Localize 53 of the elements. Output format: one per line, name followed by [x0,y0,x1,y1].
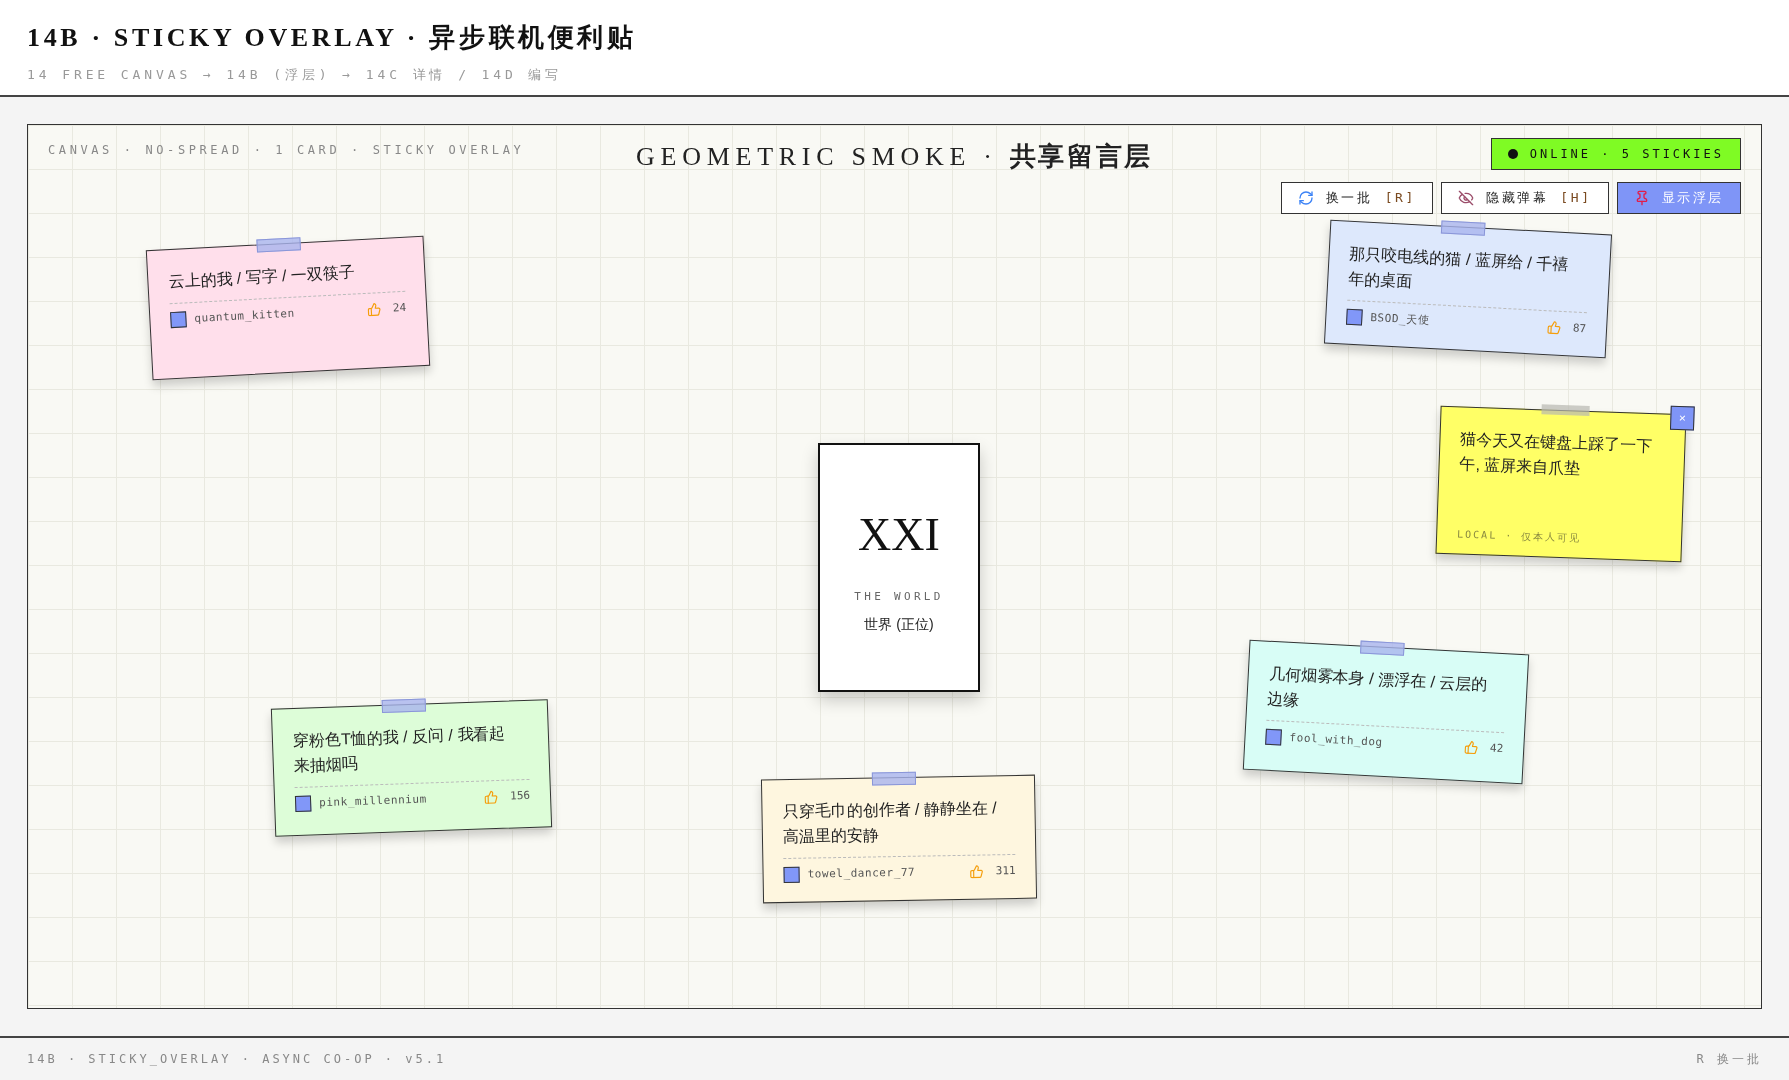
breadcrumb: 14 FREE CANVAS → 14B (浮层) → 14C 详情 / 14D 编写 [27,66,564,84]
note-text: 那只咬电线的猫 / 蓝屏给 / 千禧年的桌面 [1347,243,1570,292]
like-count: 24 [392,299,407,317]
username: fool_with_dog [1289,729,1384,751]
like-count: 311 [995,862,1016,879]
canvas-meta: CANVAS · NO-SPREAD · 1 CARD · STICKY OVERLAY [48,142,525,159]
thumbs-up-icon [366,302,382,317]
note-text: 几何烟雾本身 / 漂浮在 / 云层的边缘 [1266,663,1489,711]
tape-strip [381,698,427,713]
note-footer: LOCAL · 仅本人可见 [1456,486,1663,549]
page-title: 14B · STICKY OVERLAY · 异步联机便利贴 [27,22,638,54]
toolbar-button[interactable]: 隐藏弹幕 [H] [1440,182,1609,214]
sticky-note[interactable]: 穿粉色T恤的我 / 反问 / 我看起来抽烟吗 pink_millennium 156 [270,699,553,837]
sticky-note[interactable]: 那只咬电线的猫 / 蓝屏给 / 千禧年的桌面 BSOD_天使 87 [1323,219,1613,359]
username: BSOD_天使 [1369,309,1430,329]
sticky-note[interactable]: 几何烟雾本身 / 漂浮在 / 云层的边缘 fool_with_dog 42 [1242,639,1530,785]
tape-strip [1360,640,1405,656]
eye-off-icon [1457,190,1474,206]
tarot-card[interactable]: XXI THE WORLD 世界 (正位) [818,443,980,692]
thumbs-up-icon [1463,740,1479,755]
like-count: 156 [509,787,531,805]
user-avatar [1265,728,1282,746]
sticky-note[interactable]: 只穿毛巾的创作者 / 静静坐在 / 高温里的安静 towel_dancer_77 311 [760,774,1038,904]
thumbs-up-icon [969,864,984,879]
thumbs-up-icon [483,789,499,805]
tape-strip [1541,404,1590,416]
shortcut-hint: R 换一批 [1696,1051,1762,1068]
status-text: 14B · STICKY_OVERLAY · ASYNC CO-OP · v5.1 [27,1051,447,1068]
user-avatar [1345,308,1363,326]
note-text: 穿粉色T恤的我 / 反问 / 我看起来抽烟吗 [292,723,507,776]
canvas-title: GEOMETRIC SMOKE · 共享留言层 [636,141,1153,173]
like-count: 42 [1489,740,1504,757]
tape-strip [871,771,917,786]
username: quantum_kitten [194,305,296,327]
tape-strip [256,237,301,253]
username: towel_dancer_77 [807,864,916,883]
tape-strip [1440,220,1486,236]
note-text: 云上的我 / 写字 / 一双筷子 [167,262,357,293]
refresh-icon [1297,190,1314,206]
user-avatar [294,795,312,812]
card-name: THE WORLD [854,589,944,606]
sticky-note[interactable]: 云上的我 / 写字 / 一双筷子 quantum_kitten 24 [145,235,431,381]
username: pink_millennium [318,791,427,811]
user-avatar [783,866,800,883]
thumbs-up-icon [1546,320,1562,335]
status-badge: ONLINE · 5 STICKIES [1490,138,1741,170]
note-text: 只穿毛巾的创作者 / 静静坐在 / 高温里的安静 [782,798,998,847]
note-text: 猫今天又在键盘上踩了一下午, 蓝屏来自爪垫 [1459,429,1654,479]
like-count: 87 [1572,320,1587,337]
card-subtitle: 世界 (正位) [864,614,934,634]
card-numeral: XXI [858,508,940,563]
toolbar-button[interactable]: 换一批 [R] [1280,182,1433,214]
user-avatar [170,311,187,329]
